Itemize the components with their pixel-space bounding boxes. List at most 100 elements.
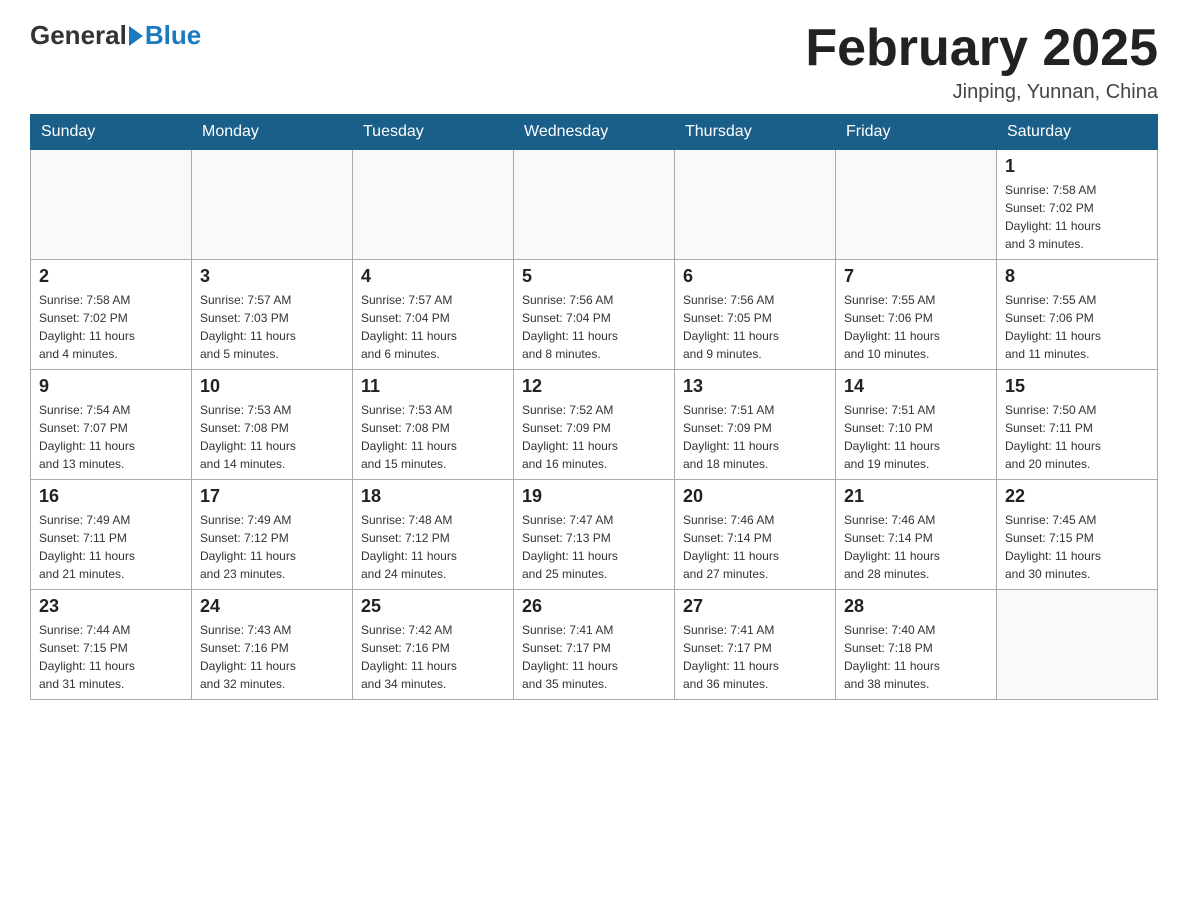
calendar-cell — [514, 150, 675, 260]
calendar-table: SundayMondayTuesdayWednesdayThursdayFrid… — [30, 114, 1158, 700]
calendar-header-row: SundayMondayTuesdayWednesdayThursdayFrid… — [31, 115, 1158, 150]
day-number: 25 — [361, 596, 505, 617]
day-number: 17 — [200, 486, 344, 507]
calendar-cell: 20 Sunrise: 7:46 AM Sunset: 7:14 PM Dayli… — [675, 480, 836, 590]
column-header-thursday: Thursday — [675, 115, 836, 150]
day-number: 16 — [39, 486, 183, 507]
calendar-cell: 22 Sunrise: 7:45 AM Sunset: 7:15 PM Dayli… — [997, 480, 1158, 590]
day-number: 3 — [200, 266, 344, 287]
day-number: 8 — [1005, 266, 1149, 287]
calendar-cell: 8 Sunrise: 7:55 AM Sunset: 7:06 PM Daylig… — [997, 260, 1158, 370]
logo-general-text: General — [30, 20, 127, 51]
day-info: Sunrise: 7:47 AM Sunset: 7:13 PM Dayligh… — [522, 511, 666, 583]
week-row-3: 9 Sunrise: 7:54 AM Sunset: 7:07 PM Daylig… — [31, 370, 1158, 480]
week-row-4: 16Sunrise: 7:49 AM Sunset: 7:11 PM Dayli… — [31, 480, 1158, 590]
month-title: February 2025 — [805, 20, 1158, 77]
calendar-cell: 25 Sunrise: 7:42 AM Sunset: 7:16 PM Dayli… — [353, 590, 514, 700]
column-header-monday: Monday — [192, 115, 353, 150]
day-number: 26 — [522, 596, 666, 617]
day-number: 5 — [522, 266, 666, 287]
day-info: Sunrise: 7:56 AM Sunset: 7:04 PM Dayligh… — [522, 291, 666, 363]
calendar-cell: 6 Sunrise: 7:56 AM Sunset: 7:05 PM Daylig… — [675, 260, 836, 370]
day-number: 28 — [844, 596, 988, 617]
day-number: 2 — [39, 266, 183, 287]
calendar-cell: 2 Sunrise: 7:58 AM Sunset: 7:02 PM Daylig… — [31, 260, 192, 370]
calendar-cell: 4Sunrise: 7:57 AM Sunset: 7:04 PM Daylig… — [353, 260, 514, 370]
calendar-cell: 10 Sunrise: 7:53 AM Sunset: 7:08 PM Dayli… — [192, 370, 353, 480]
day-info: Sunrise: 7:55 AM Sunset: 7:06 PM Dayligh… — [844, 291, 988, 363]
calendar-cell: 21 Sunrise: 7:46 AM Sunset: 7:14 PM Dayli… — [836, 480, 997, 590]
calendar-cell: 27Sunrise: 7:41 AM Sunset: 7:17 PM Dayli… — [675, 590, 836, 700]
day-info: Sunrise: 7:53 AM Sunset: 7:08 PM Dayligh… — [200, 401, 344, 473]
week-row-2: 2 Sunrise: 7:58 AM Sunset: 7:02 PM Daylig… — [31, 260, 1158, 370]
day-number: 24 — [200, 596, 344, 617]
column-header-saturday: Saturday — [997, 115, 1158, 150]
logo-blue-text: Blue — [145, 20, 201, 51]
logo-arrow-icon — [129, 26, 143, 46]
day-number: 23 — [39, 596, 183, 617]
calendar-cell: 1 Sunrise: 7:58 AM Sunset: 7:02 PM Daylig… — [997, 150, 1158, 260]
calendar-cell: 13 Sunrise: 7:51 AM Sunset: 7:09 PM Dayli… — [675, 370, 836, 480]
calendar-cell: 11 Sunrise: 7:53 AM Sunset: 7:08 PM Dayli… — [353, 370, 514, 480]
day-number: 21 — [844, 486, 988, 507]
calendar-cell — [31, 150, 192, 260]
week-row-5: 23 Sunrise: 7:44 AM Sunset: 7:15 PM Dayli… — [31, 590, 1158, 700]
day-info: Sunrise: 7:46 AM Sunset: 7:14 PM Dayligh… — [683, 511, 827, 583]
day-info: Sunrise: 7:51 AM Sunset: 7:10 PM Dayligh… — [844, 401, 988, 473]
calendar-cell: 17 Sunrise: 7:49 AM Sunset: 7:12 PM Dayli… — [192, 480, 353, 590]
day-number: 22 — [1005, 486, 1149, 507]
calendar-cell — [353, 150, 514, 260]
day-number: 10 — [200, 376, 344, 397]
location-subtitle: Jinping, Yunnan, China — [805, 81, 1158, 104]
day-info: Sunrise: 7:42 AM Sunset: 7:16 PM Dayligh… — [361, 621, 505, 693]
day-info: Sunrise: 7:54 AM Sunset: 7:07 PM Dayligh… — [39, 401, 183, 473]
logo: General Blue — [30, 20, 201, 51]
calendar-cell: 24 Sunrise: 7:43 AM Sunset: 7:16 PM Dayli… — [192, 590, 353, 700]
day-info: Sunrise: 7:51 AM Sunset: 7:09 PM Dayligh… — [683, 401, 827, 473]
day-info: Sunrise: 7:41 AM Sunset: 7:17 PM Dayligh… — [683, 621, 827, 693]
day-number: 15 — [1005, 376, 1149, 397]
calendar-cell — [836, 150, 997, 260]
day-info: Sunrise: 7:45 AM Sunset: 7:15 PM Dayligh… — [1005, 511, 1149, 583]
day-info: Sunrise: 7:40 AM Sunset: 7:18 PM Dayligh… — [844, 621, 988, 693]
day-number: 7 — [844, 266, 988, 287]
day-info: Sunrise: 7:44 AM Sunset: 7:15 PM Dayligh… — [39, 621, 183, 693]
column-header-tuesday: Tuesday — [353, 115, 514, 150]
day-info: Sunrise: 7:53 AM Sunset: 7:08 PM Dayligh… — [361, 401, 505, 473]
page-header: General Blue February 2025 Jinping, Yunn… — [30, 20, 1158, 104]
calendar-cell: 9 Sunrise: 7:54 AM Sunset: 7:07 PM Daylig… — [31, 370, 192, 480]
day-info: Sunrise: 7:58 AM Sunset: 7:02 PM Dayligh… — [39, 291, 183, 363]
day-number: 6 — [683, 266, 827, 287]
day-info: Sunrise: 7:48 AM Sunset: 7:12 PM Dayligh… — [361, 511, 505, 583]
day-info: Sunrise: 7:55 AM Sunset: 7:06 PM Dayligh… — [1005, 291, 1149, 363]
calendar-cell: 3Sunrise: 7:57 AM Sunset: 7:03 PM Daylig… — [192, 260, 353, 370]
day-number: 13 — [683, 376, 827, 397]
day-info: Sunrise: 7:50 AM Sunset: 7:11 PM Dayligh… — [1005, 401, 1149, 473]
day-info: Sunrise: 7:58 AM Sunset: 7:02 PM Dayligh… — [1005, 181, 1149, 253]
day-info: Sunrise: 7:52 AM Sunset: 7:09 PM Dayligh… — [522, 401, 666, 473]
week-row-1: 1 Sunrise: 7:58 AM Sunset: 7:02 PM Daylig… — [31, 150, 1158, 260]
calendar-cell: 16Sunrise: 7:49 AM Sunset: 7:11 PM Dayli… — [31, 480, 192, 590]
day-number: 20 — [683, 486, 827, 507]
day-number: 9 — [39, 376, 183, 397]
calendar-cell: 23 Sunrise: 7:44 AM Sunset: 7:15 PM Dayli… — [31, 590, 192, 700]
calendar-cell — [997, 590, 1158, 700]
day-number: 1 — [1005, 156, 1149, 177]
day-info: Sunrise: 7:43 AM Sunset: 7:16 PM Dayligh… — [200, 621, 344, 693]
calendar-cell: 26Sunrise: 7:41 AM Sunset: 7:17 PM Dayli… — [514, 590, 675, 700]
column-header-wednesday: Wednesday — [514, 115, 675, 150]
day-number: 12 — [522, 376, 666, 397]
calendar-cell: 15 Sunrise: 7:50 AM Sunset: 7:11 PM Dayli… — [997, 370, 1158, 480]
day-info: Sunrise: 7:49 AM Sunset: 7:12 PM Dayligh… — [200, 511, 344, 583]
calendar-cell — [192, 150, 353, 260]
day-info: Sunrise: 7:46 AM Sunset: 7:14 PM Dayligh… — [844, 511, 988, 583]
calendar-cell: 28 Sunrise: 7:40 AM Sunset: 7:18 PM Dayli… — [836, 590, 997, 700]
day-info: Sunrise: 7:56 AM Sunset: 7:05 PM Dayligh… — [683, 291, 827, 363]
column-header-friday: Friday — [836, 115, 997, 150]
day-number: 19 — [522, 486, 666, 507]
calendar-cell — [675, 150, 836, 260]
day-number: 11 — [361, 376, 505, 397]
calendar-cell: 5 Sunrise: 7:56 AM Sunset: 7:04 PM Daylig… — [514, 260, 675, 370]
day-number: 4 — [361, 266, 505, 287]
calendar-cell: 7 Sunrise: 7:55 AM Sunset: 7:06 PM Daylig… — [836, 260, 997, 370]
